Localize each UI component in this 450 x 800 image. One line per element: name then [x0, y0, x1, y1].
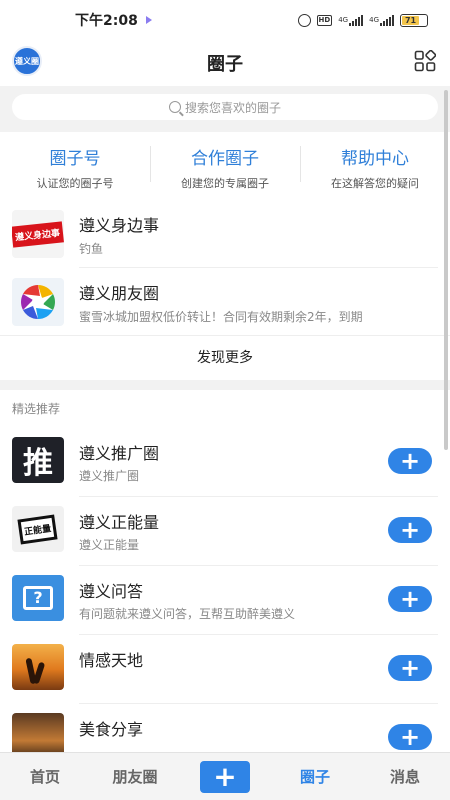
quick-link-title: 圈子号 [49, 149, 101, 169]
thumbnail-text: 推 [23, 446, 53, 481]
hd-icon: HD [316, 14, 333, 26]
discover-more-button[interactable]: 发现更多 [0, 336, 450, 380]
join-button[interactable]: + [388, 586, 432, 612]
apps-grid-icon[interactable] [414, 50, 436, 72]
recommended-item[interactable]: 推 遵义推广圈 遵义推广圈 + [0, 428, 450, 497]
circle-thumbnail: 遵义身边事 [12, 210, 64, 258]
thumbnail-text: 遵义身边事 [12, 220, 64, 248]
sunset-couple-image [12, 644, 64, 690]
circle-name: 遵义身边事 [79, 216, 160, 235]
join-button[interactable]: + [388, 655, 432, 681]
search-area: 搜索您喜欢的圈子 [0, 86, 450, 132]
section-gap [0, 380, 450, 390]
circle-description: 有问题就来遵义问答，互帮互助醉美遵义 [79, 607, 296, 621]
quick-link-circle-id[interactable]: 圈子号 认证您的圈子号 [0, 132, 150, 200]
tab-circles[interactable]: 圈子 [270, 766, 360, 787]
circle-thumbnail: 推 [12, 437, 64, 483]
circle-name: 美食分享 [79, 720, 144, 739]
thumbnail-text: 正能量 [17, 514, 59, 544]
network-type-label: 4G [338, 16, 349, 24]
quick-link-title: 帮助中心 [341, 149, 409, 169]
thumbnail-text: ? [23, 586, 53, 610]
logo-text: 遵义圈 [15, 56, 39, 66]
tab-messages[interactable]: 消息 [360, 766, 450, 787]
quick-link-help-center[interactable]: 帮助中心 在这解答您的疑问 [300, 132, 450, 200]
recommended-item[interactable]: 情感天地 + [0, 635, 450, 704]
chat-question-icon: ? [12, 575, 64, 621]
quick-link-subtitle: 创建您的专属圈子 [181, 177, 269, 190]
circle-description: 钓鱼 [79, 242, 104, 256]
bottom-tab-bar: 首页 朋友圈 + 圈子 消息 [0, 752, 450, 800]
status-time: 下午2:08 [75, 13, 138, 29]
tab-add: + [180, 760, 270, 793]
circle-description: 蜜雪冰城加盟权低价转让！合同有效期剩余2年，到期 [79, 310, 363, 324]
battery-icon: 71 [400, 13, 428, 27]
quick-link-title: 合作圈子 [191, 149, 259, 169]
network-type-label: 4G [369, 16, 379, 24]
circle-name: 遵义朋友圈 [79, 284, 160, 303]
join-button[interactable]: + [388, 724, 432, 750]
quick-link-partner-circle[interactable]: 合作圈子 创建您的专属圈子 [150, 132, 300, 200]
circle-description: 遵义正能量 [79, 538, 140, 552]
search-icon [168, 101, 181, 113]
circle-item[interactable]: 遵义朋友圈 蜜雪冰城加盟权低价转让！合同有效期剩余2年，到期 [0, 268, 450, 336]
post-button[interactable]: + [200, 760, 250, 793]
search-placeholder: 搜索您喜欢的圈子 [184, 100, 281, 115]
section-label: 精选推荐 [12, 402, 61, 416]
recommended-item[interactable]: 正能量 遵义正能量 遵义正能量 + [0, 497, 450, 566]
page-title: 圈子 [207, 54, 243, 75]
recommended-item[interactable]: ? 遵义问答 有问题就来遵义问答，互帮互助醉美遵义 + [0, 566, 450, 635]
circle-name: 遵义问答 [79, 582, 144, 601]
quick-link-subtitle: 认证您的圈子号 [36, 177, 114, 190]
scrollbar[interactable] [444, 90, 448, 450]
media-play-icon [145, 16, 152, 24]
circle-item[interactable]: 遵义身边事 遵义身边事 钓鱼 [0, 200, 450, 268]
join-button[interactable]: + [388, 517, 432, 543]
tab-moments[interactable]: 朋友圈 [90, 766, 180, 787]
search-input[interactable]: 搜索您喜欢的圈子 [12, 94, 438, 120]
app-header: 遵义圈 圈子 [0, 40, 450, 86]
app-logo[interactable]: 遵义圈 [12, 46, 42, 76]
circle-name: 遵义推广圈 [79, 444, 160, 463]
alarm-icon [297, 13, 311, 27]
battery-level: 71 [402, 15, 420, 25]
signal-1-icon: 4G [338, 14, 364, 26]
aperture-icon [12, 278, 64, 326]
tab-home[interactable]: 首页 [0, 766, 90, 787]
quick-link-subtitle: 在这解答您的疑问 [331, 177, 419, 190]
status-bar: 下午2:08 HD 4G 4G 71 [0, 0, 450, 40]
circle-name: 遵义正能量 [79, 513, 160, 532]
status-icons: HD 4G 4G 71 [297, 13, 428, 27]
circle-description: 遵义推广圈 [79, 469, 140, 483]
join-button[interactable]: + [388, 448, 432, 474]
circle-name: 情感天地 [79, 651, 144, 670]
quick-links: 圈子号 认证您的圈子号 合作圈子 创建您的专属圈子 帮助中心 在这解答您的疑问 [0, 132, 450, 200]
signal-2-icon: 4G [369, 14, 394, 26]
circle-thumbnail: 正能量 [12, 506, 64, 552]
